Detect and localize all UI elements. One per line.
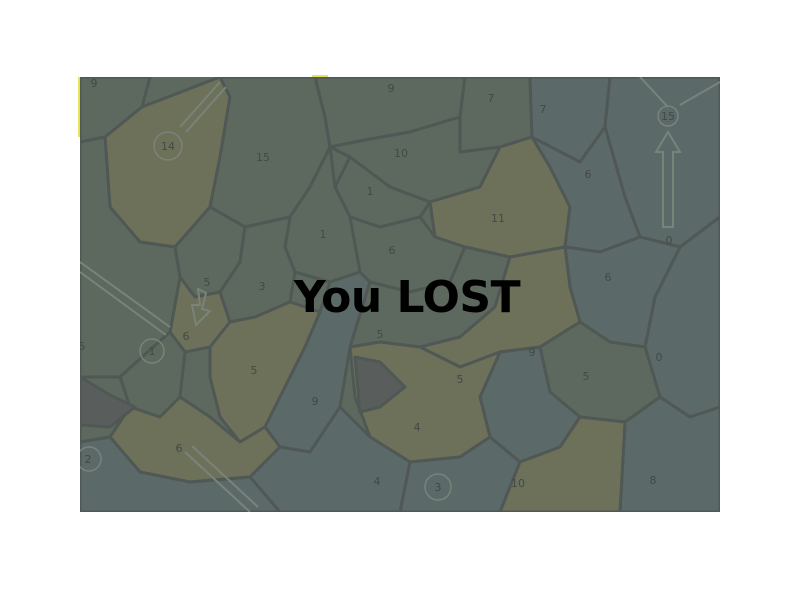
game-over-message: You LOST bbox=[293, 272, 521, 323]
